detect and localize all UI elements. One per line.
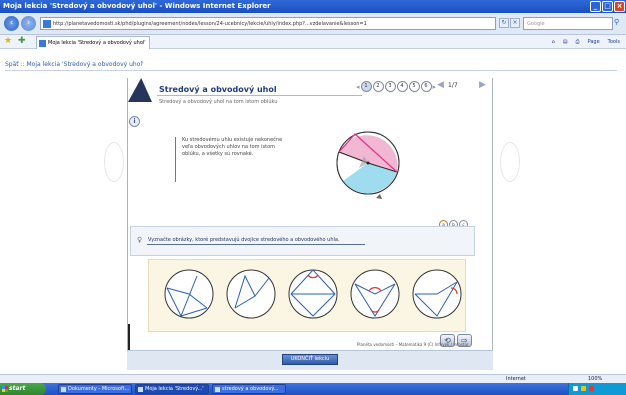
central-inscribed-angle-figure: [336, 131, 400, 199]
nav-prev-icon[interactable]: ◂: [356, 83, 360, 91]
address-toolbar: ‹ › http://planetavedomosti.sk/phd/plugi…: [0, 13, 626, 35]
info-icon[interactable]: i: [129, 116, 140, 127]
windows-taskbar: start Dokumenty - Microsoft... Moja lekc…: [0, 383, 626, 395]
status-zone: Internet: [506, 376, 526, 382]
start-button[interactable]: start: [0, 383, 46, 395]
choice-circle-2[interactable]: [225, 268, 277, 320]
page-next-icon[interactable]: ▶: [479, 80, 486, 90]
taskbar-item-2[interactable]: Moja lekcia 'Stredový...': [135, 384, 209, 394]
nav-dot-3[interactable]: 3: [384, 81, 396, 92]
app-icon: [215, 387, 220, 392]
title-underline: [157, 95, 362, 96]
volume-icon[interactable]: [581, 386, 586, 391]
nav-dot-1[interactable]: 1: [360, 81, 372, 92]
lesson-subtitle: Stredový a obvodový uhol na tom istom ob…: [159, 99, 278, 105]
system-tray: [568, 383, 626, 395]
address-input[interactable]: http://planetavedomosti.sk/phd/plugins/a…: [40, 17, 496, 30]
taskbar-item-label: stredový a obvodový...: [222, 386, 279, 392]
page-content: Späť :: Moja lekcia 'Stredový a obvodový…: [0, 50, 626, 374]
taskbar-item-label: Moja lekcia 'Stredový...': [145, 386, 204, 392]
slide-nav: ◂ 1 2 3 4 5 6 ▸: [356, 81, 436, 92]
refresh-button[interactable]: ↻: [499, 18, 509, 28]
back-link[interactable]: Späť :: Moja lekcia 'Stredový a obvodový…: [5, 61, 144, 68]
page-icon: [39, 40, 46, 47]
window-controls: _ □ ×: [590, 1, 625, 12]
choice-circle-4[interactable]: [349, 268, 401, 320]
command-bar: ⌂ ▤ ⎙ Page Tools: [552, 37, 620, 47]
task-box: ♀ Vyznačte obrázky, ktoré predstavujú dv…: [130, 226, 475, 256]
start-label: start: [9, 385, 26, 392]
close-button[interactable]: ×: [614, 1, 625, 12]
network-icon[interactable]: [573, 386, 578, 391]
page-counter: 1/7: [448, 82, 458, 89]
explanation-text: Ku stredovému uhlu existuje nekonečne ve…: [175, 137, 291, 182]
page-menu[interactable]: Page: [588, 37, 600, 47]
taskbar-item-3[interactable]: stredový a obvodový...: [212, 384, 286, 394]
feeds-button[interactable]: ▤: [563, 37, 568, 47]
add-favorites-icon[interactable]: ✚: [18, 36, 26, 46]
nav-dot-4[interactable]: 4: [396, 81, 408, 92]
choice-circle-5[interactable]: [411, 268, 463, 320]
tab-lesson[interactable]: Moja lekcia 'Stredový a obvodový uhol': [36, 36, 150, 49]
tools-menu[interactable]: Tools: [608, 37, 620, 47]
print-button[interactable]: ⎙: [576, 37, 580, 47]
windows-logo-icon: [2, 386, 8, 392]
security-icon[interactable]: [589, 386, 594, 391]
back-button[interactable]: ‹: [4, 16, 19, 31]
lesson-title: Stredový a obvodový uhol: [159, 85, 277, 94]
favorites-star-icon[interactable]: ★: [4, 36, 12, 46]
address-text: http://planetavedomosti.sk/phd/plugins/a…: [53, 21, 367, 27]
app-icon: [61, 387, 66, 392]
choice-circle-1[interactable]: [163, 268, 215, 320]
end-lesson-button[interactable]: UKONČIŤ lekciu: [282, 354, 338, 365]
search-input[interactable]: Google: [523, 17, 613, 30]
nav-next-icon[interactable]: ▸: [433, 83, 437, 91]
task-bulb-icon: ♀: [137, 236, 143, 244]
lesson-panel: Stredový a obvodový uhol Stredový a obvo…: [127, 78, 493, 352]
stop-button[interactable]: ×: [510, 18, 520, 28]
status-bar: Internet 100%: [0, 374, 626, 383]
minimize-button[interactable]: _: [590, 1, 601, 12]
footer-credit: Planéta vedomostí – Matematika 9 (C) Inf…: [357, 342, 469, 347]
app-icon: [138, 387, 143, 392]
page-prev-icon[interactable]: ◀: [437, 80, 444, 90]
choice-area: [148, 259, 466, 332]
home-button[interactable]: ⌂: [552, 37, 555, 47]
maximize-button[interactable]: □: [602, 1, 613, 12]
choice-circle-3[interactable]: [287, 268, 339, 320]
nav-dot-6[interactable]: 6: [420, 81, 432, 92]
window-title: Moja lekcia 'Stredový a obvodový uhol' -…: [3, 2, 271, 10]
nav-dot-2[interactable]: 2: [372, 81, 384, 92]
divider: [5, 70, 617, 71]
tab-label: Moja lekcia 'Stredový a obvodový uhol': [48, 40, 146, 46]
taskbar-item-label: Dokumenty - Microsoft...: [68, 386, 130, 392]
window-titlebar: Moja lekcia 'Stredový a obvodový uhol' -…: [0, 0, 626, 13]
zoom-level[interactable]: 100%: [588, 375, 602, 383]
next-slide-shadow[interactable]: [500, 142, 520, 182]
left-edge-marker: [128, 324, 130, 350]
tab-bar: ★ ✚ Moja lekcia 'Stredový a obvodový uho…: [0, 35, 626, 49]
page-icon: [43, 20, 51, 28]
lesson-logo-icon: [128, 78, 152, 102]
nav-dot-5[interactable]: 5: [408, 81, 420, 92]
prev-slide-shadow[interactable]: [104, 142, 124, 182]
search-icon[interactable]: ⚲: [614, 18, 619, 26]
browser-window: Moja lekcia 'Stredový a obvodový uhol' -…: [0, 0, 626, 395]
task-text: Vyznačte obrázky, ktoré predstavujú dvoj…: [148, 237, 340, 243]
taskbar-item-1[interactable]: Dokumenty - Microsoft...: [58, 384, 132, 394]
task-underline: [147, 244, 365, 245]
forward-button[interactable]: ›: [21, 16, 36, 31]
lesson-bottom-bar: UKONČIŤ lekciu: [127, 350, 493, 370]
